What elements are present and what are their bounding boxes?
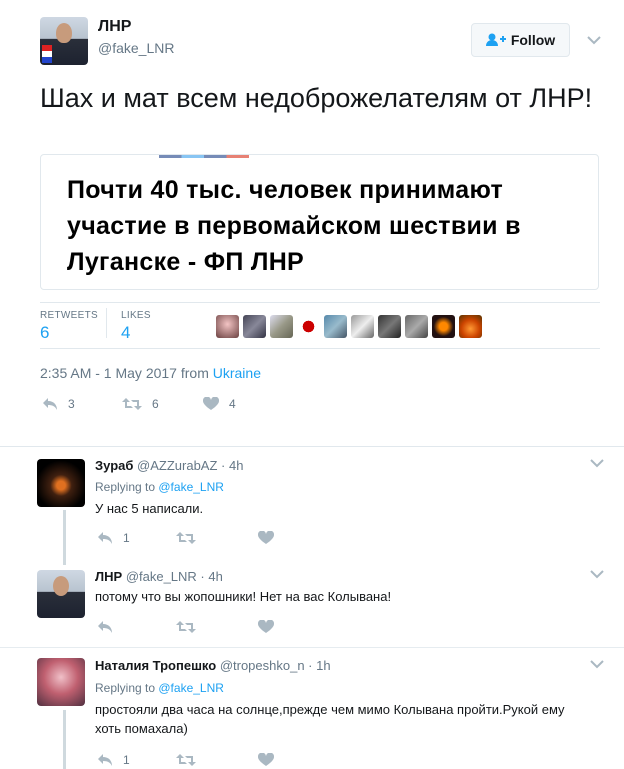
liker-avatar[interactable] [459,315,482,338]
reply-avatar[interactable] [37,570,85,618]
reply-avatar[interactable] [37,658,85,706]
card-image-strip [159,155,249,158]
retweet-action[interactable]: 6 [122,397,159,411]
stat-divider [106,308,107,338]
liker-avatar[interactable] [297,315,320,338]
reply-name-text: Наталия Тропешко [95,658,217,673]
chevron-down-icon[interactable] [590,569,604,579]
thread-line [63,510,66,565]
reply-name-text: Зураб [95,458,134,473]
reply-count: 1 [123,753,130,767]
reply-icon [98,754,112,766]
add-user-icon [485,33,506,46]
link-card[interactable]: Почти 40 тыс. человек принимают участие … [40,154,599,290]
like-count: 4 [229,397,236,411]
reply-separator [0,647,624,648]
reply-action[interactable]: 1 [97,753,130,767]
liker-avatar[interactable] [216,315,239,338]
reply-author-name[interactable]: ЛНР @fake_LNR · 4h [95,569,223,584]
retweet-icon[interactable] [176,620,196,634]
timestamp-text: 2:35 AM - 1 May 2017 from [40,365,213,381]
retweets-label: RETWEETS [40,310,98,321]
replying-to: Replying to @fake_LNR [95,480,224,494]
reply-handle[interactable]: @AZZurabAZ · 4h [137,458,243,473]
section-separator [0,446,624,447]
reply-count: 3 [68,397,75,411]
reply-handle[interactable]: @tropeshko_n · 1h [220,658,331,673]
author-handle[interactable]: @fake_LNR [98,40,174,56]
author-name[interactable]: ЛНР [98,18,131,36]
retweet-icon[interactable] [176,531,196,545]
likers-list [216,315,482,338]
likes-label: LIKES [121,310,151,321]
reply-text: простояли два часа на солнце,прежде чем … [95,702,565,736]
replying-to-link[interactable]: @fake_LNR [158,480,224,494]
liker-avatar[interactable] [351,315,374,338]
thread-line [63,710,66,769]
tweet-timestamp: 2:35 AM - 1 May 2017 from Ukraine [40,365,261,381]
divider [40,302,600,303]
divider [40,348,600,349]
card-title[interactable]: Почти 40 тыс. человек принимают участие … [67,172,597,280]
retweet-icon[interactable] [176,753,196,767]
likes-count[interactable]: 4 [121,323,130,343]
reply-icon[interactable] [97,620,113,634]
heart-icon [203,397,219,410]
liker-avatar[interactable] [324,315,347,338]
replying-prefix: Replying to [95,480,159,494]
retweets-count[interactable]: 6 [40,323,49,343]
reply-action[interactable]: 1 [97,531,130,545]
liker-avatar[interactable] [378,315,401,338]
follow-label: Follow [510,32,556,48]
replying-to-link[interactable]: @fake_LNR [158,681,224,695]
reply-avatar[interactable] [37,459,85,507]
reply-count: 1 [123,531,130,545]
chevron-down-icon[interactable] [590,659,604,669]
replying-prefix: Replying to [95,681,159,695]
heart-icon[interactable] [258,620,274,634]
replying-to: Replying to @fake_LNR [95,681,224,695]
liker-avatar[interactable] [405,315,428,338]
reply-icon [98,532,112,544]
reply-action[interactable]: 3 [42,397,75,411]
location-link[interactable]: Ukraine [213,365,261,381]
heart-icon[interactable] [258,531,274,545]
reply-icon [43,398,57,410]
reply-handle[interactable]: @fake_LNR · 4h [126,569,223,584]
reply-author-name[interactable]: Наталия Тропешко @tropeshko_n · 1h [95,658,331,673]
liker-avatar[interactable] [243,315,266,338]
follow-button[interactable]: Follow [471,23,570,57]
heart-icon[interactable] [258,753,274,767]
reply-text: У нас 5 написали. [95,501,204,516]
reply-name-text: ЛНР [95,569,123,584]
tweet-text: Шах и мат всем недоброжелателям от ЛНР! [40,83,593,113]
liker-avatar[interactable] [270,315,293,338]
chevron-down-icon[interactable] [590,458,604,468]
like-action[interactable]: 4 [203,397,236,411]
reply-author-name[interactable]: Зураб @AZZurabAZ · 4h [95,458,243,473]
liker-avatar[interactable] [432,315,455,338]
author-avatar[interactable] [40,17,88,65]
retweet-icon [122,398,142,410]
retweet-count: 6 [152,397,159,411]
chevron-down-icon[interactable] [587,35,601,45]
reply-text: потому что вы жопошники! Нет на вас Колы… [95,589,392,604]
